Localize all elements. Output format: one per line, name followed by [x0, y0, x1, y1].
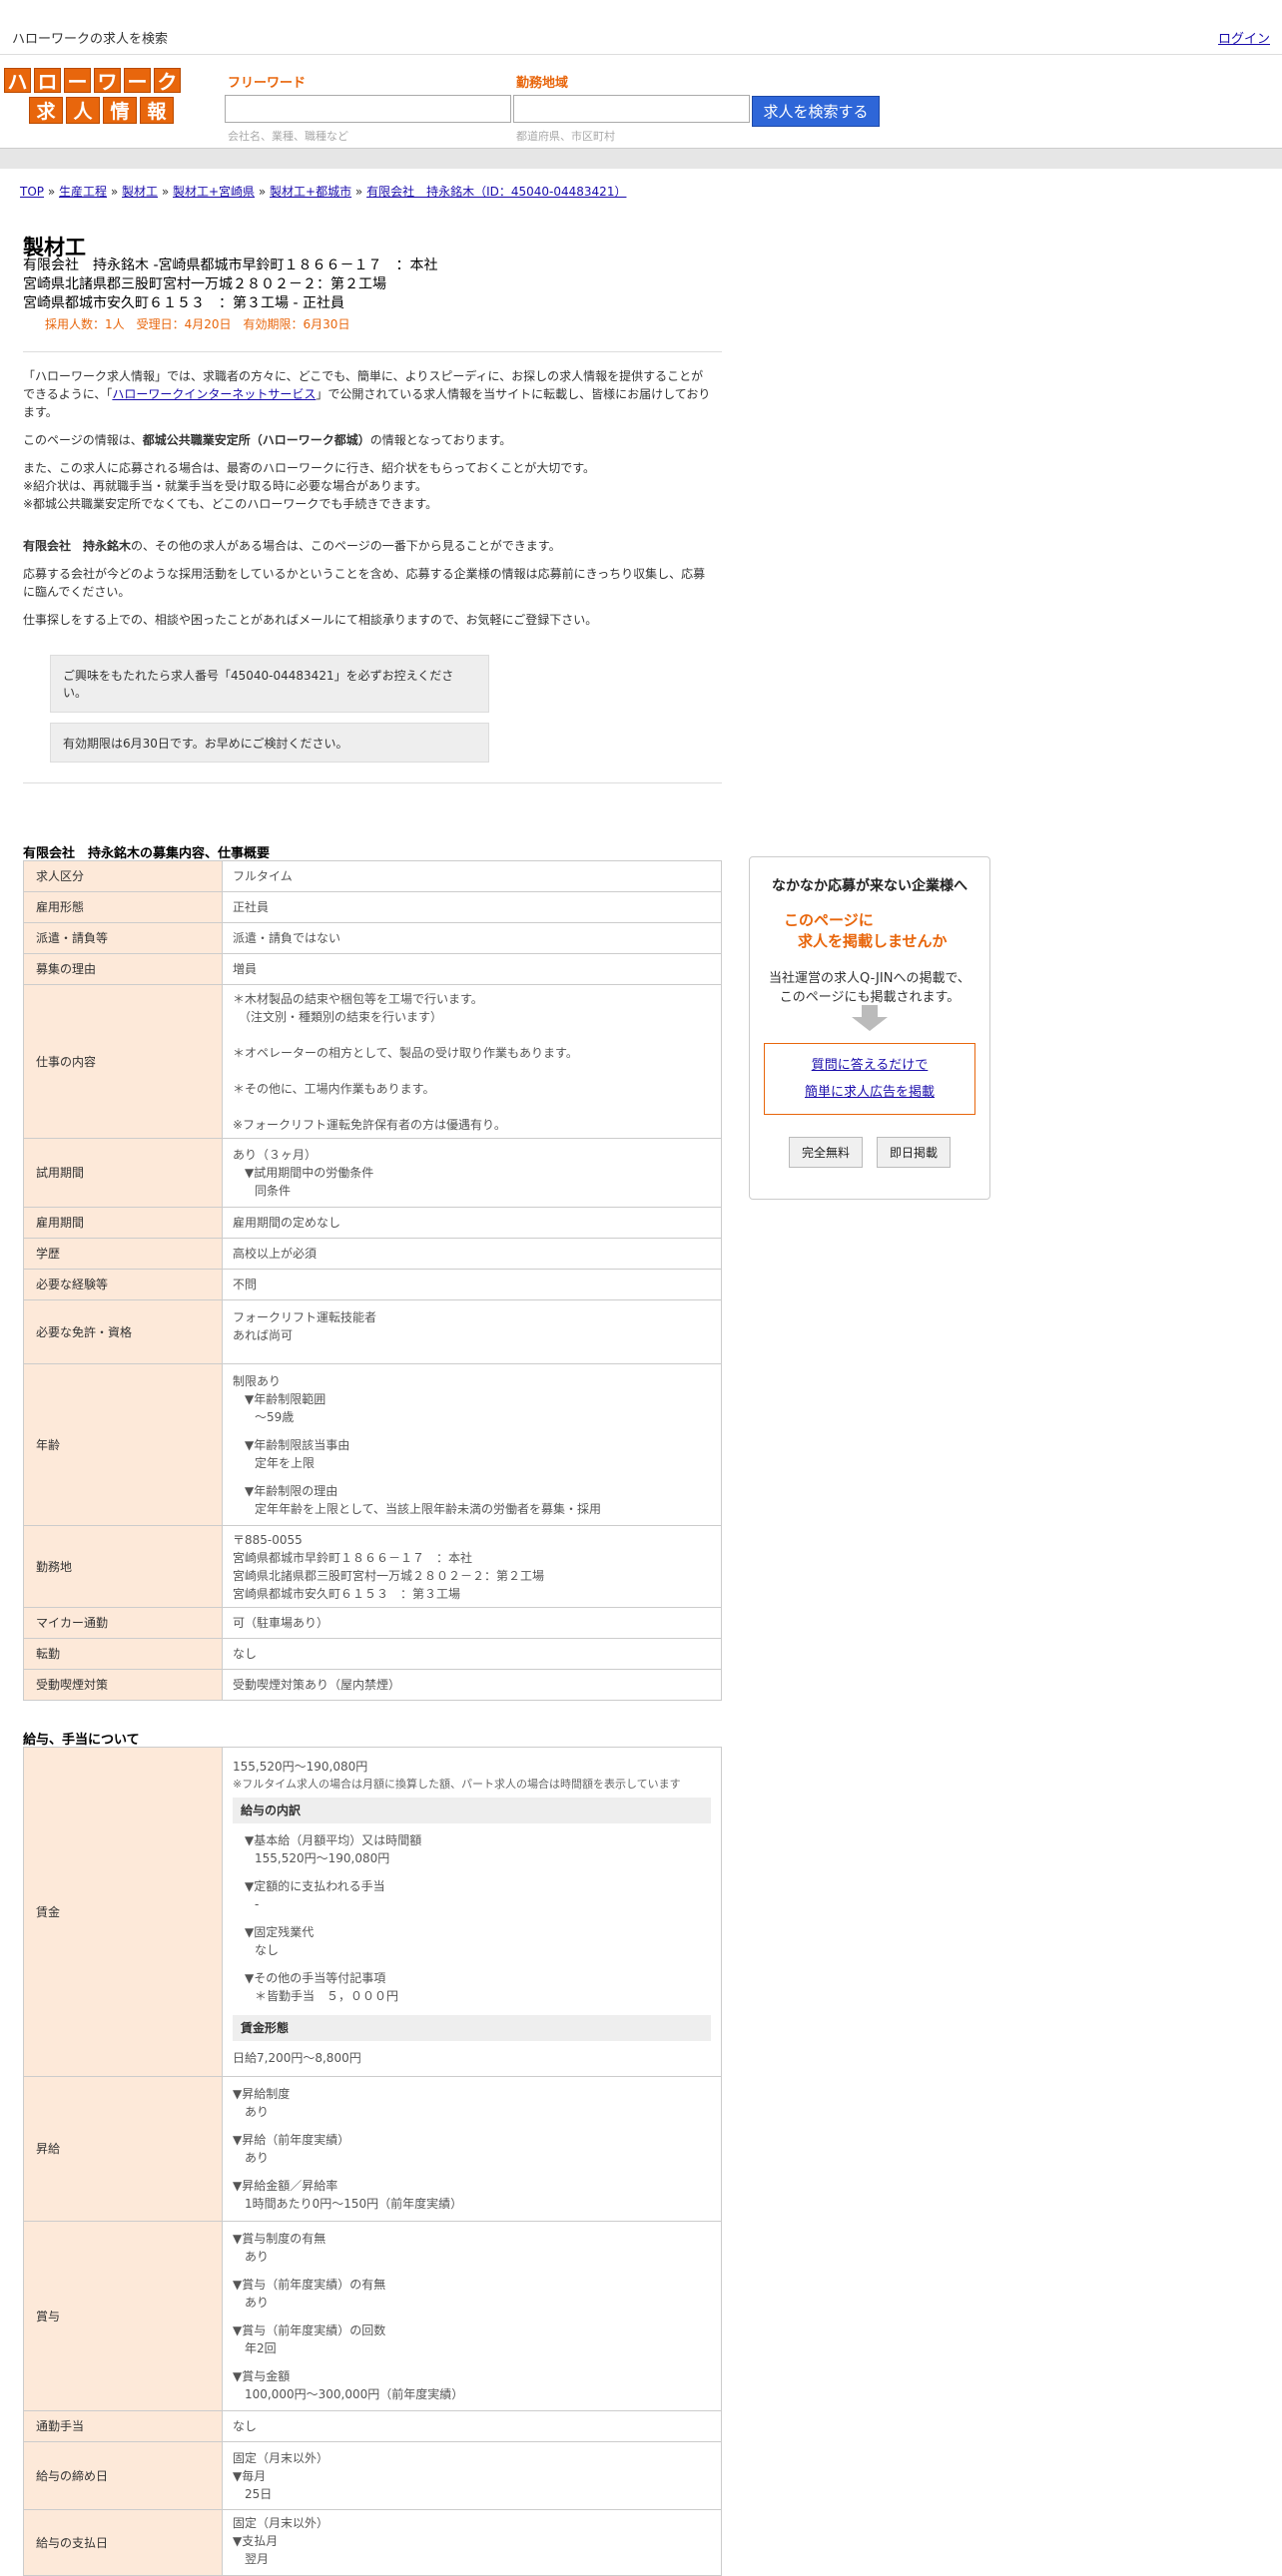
search-button[interactable]: 求人を検索する: [752, 96, 880, 127]
advice-paragraph: 応募する会社が今どのような採用活動をしているかということを含め、応募する企業様の…: [23, 567, 706, 599]
company-line: 宮崎県都城市安久町６１５３ ：第３工場 - 正社員: [23, 295, 344, 311]
table-row: 募集の理由 増員: [23, 953, 722, 985]
hellowork-logo[interactable]: ハ ロ ー ワ ー ク 求 人 情 報: [4, 68, 181, 128]
divider-bar: [0, 148, 1282, 169]
table-row: 給与の支払日 固定（月末以外） ▼支払月 翌月: [23, 2509, 722, 2576]
sidebar-offer: このページに: [784, 911, 874, 929]
section-title-salary: 給与、手当について: [23, 1733, 140, 1748]
job-number-notice: ご興味をもたれたら求人番号「45040-04483421」を必ずお控えください。: [50, 655, 489, 713]
table-row: 必要な経験等 不問: [23, 1269, 722, 1300]
table-row: マイカー通勤 可（駐車場あり）: [23, 1607, 722, 1639]
area-hint: 都道府県、市区町村: [516, 130, 615, 143]
logo-char: 情: [103, 97, 137, 124]
expiry-notice: 有効期限は6月30日です。お早めにご検討ください。: [50, 723, 489, 763]
table-row: 年齢 制限あり ▼年齢制限範囲 〜59歳 ▼年齢制限該当事由 定年を上限 ▼年齢…: [23, 1363, 722, 1526]
same-day-button[interactable]: 即日掲載: [877, 1137, 952, 1168]
section-title-overview: 有限会社 持永銘木の募集内容、仕事概要: [23, 846, 271, 861]
hellowork-internet-link[interactable]: ハローワークインターネットサービス: [112, 387, 316, 401]
login-link[interactable]: ログイン: [1218, 28, 1270, 47]
breadcrumb-job-city[interactable]: 製材工+都城市: [270, 185, 351, 199]
logo-char: ハ: [4, 68, 31, 94]
table-row: 勤務地 〒885-0055 宮崎県都城市早鈴町１８６６－１７ ：本社 宮崎県北諸…: [23, 1525, 722, 1608]
table-row: 通勤手当 なし: [23, 2410, 722, 2442]
table-row: 賃金 155,520円〜190,080円 ※フルタイム求人の場合は月額に換算した…: [23, 1747, 722, 2077]
site-title: ハローワークの求人を検索: [12, 32, 169, 47]
logo-char: ー: [124, 68, 151, 94]
divider: [23, 782, 722, 783]
advertise-sidebar: なかなか応募が来ない企業様へ このページに 求人を掲載しませんか 当社運営の求人…: [749, 856, 990, 1200]
table-row: 昇給 ▼昇給制度 あり ▼昇給（前年度実績） あり ▼昇給金額／昇給率 1時間あたり0…: [23, 2076, 722, 2222]
divider: [23, 351, 722, 352]
area-input[interactable]: [513, 95, 750, 123]
table-row: 派遣・請負等 派遣・請負ではない: [23, 922, 722, 954]
company-line: 有限会社 持永銘木 -宮崎県都城市早鈴町１８６６－１７ ：本社: [23, 258, 438, 273]
keyword-label: フリーワード: [228, 76, 307, 91]
table-row: 賞与 ▼賞与制度の有無 あり ▼賞与（前年度実績）の有無 あり ▼賞与（前年度実績）…: [23, 2221, 722, 2411]
logo-char: 報: [140, 97, 174, 124]
overview-table: 求人区分 フルタイム 雇用形態 正社員 派遣・請負等 派遣・請負ではない 募集の…: [23, 860, 722, 1701]
table-row: 雇用期間 雇用期間の定めなし: [23, 1207, 722, 1239]
breadcrumb-company[interactable]: 有限会社 持永銘木（ID：45040-04483421）: [366, 185, 626, 199]
table-row: 求人区分 フルタイム: [23, 860, 722, 892]
breadcrumb-category[interactable]: 生産工程: [59, 185, 107, 199]
sidebar-link-questions[interactable]: 質問に答えるだけで: [812, 1058, 929, 1073]
salary-table: 賃金 155,520円〜190,080円 ※フルタイム求人の場合は月額に換算した…: [23, 1747, 722, 2576]
logo-char: ロ: [34, 68, 61, 94]
logo-char: ー: [64, 68, 91, 94]
sidebar-offer: 求人を掲載しませんか: [798, 932, 948, 950]
area-label: 勤務地域: [516, 76, 569, 91]
table-row: 仕事の内容 ＊木材製品の結束や梱包等を工場で行います。 （注文別・種類別の結束を…: [23, 984, 722, 1139]
sidebar-link-post-ad[interactable]: 簡単に求人広告を掲載: [805, 1085, 935, 1100]
sidebar-link-box: 質問に答えるだけで 簡単に求人広告を掲載: [764, 1043, 975, 1115]
breadcrumb-job-pref[interactable]: 製材工+宮崎県: [173, 185, 255, 199]
breadcrumb: TOP » 生産工程 » 製材工 » 製材工+宮崎県 » 製材工+都城市 » 有…: [20, 185, 627, 199]
logo-char: ワ: [94, 68, 121, 94]
logo-char: 求: [29, 97, 63, 124]
consult-paragraph: 仕事探しをする上での、相談や困ったことがあればメールにて相談承りますので、お気軽…: [23, 613, 598, 627]
intro-paragraph: 「ハローワーク求人情報」では、求職者の方々に、どこでも、簡単に、よりスピーディに…: [23, 369, 711, 419]
logo-char: 人: [66, 97, 100, 124]
referral-paragraph: また、この求人に応募される場合は、最寄のハローワークに行き、紹介状をもらっておく…: [23, 461, 596, 511]
sidebar-title: なかなか応募が来ない企業様へ: [772, 878, 967, 894]
keyword-hint: 会社名、業種、職種など: [228, 130, 348, 143]
free-button[interactable]: 完全無料: [788, 1137, 863, 1168]
table-row: 試用期間 あり（３ヶ月） ▼試用期間中の労働条件 同条件: [23, 1138, 722, 1208]
logo-char: ク: [154, 68, 181, 94]
arrow-down-icon: [852, 1005, 888, 1031]
table-row: 受動喫煙対策 受動喫煙対策あり（屋内禁煙）: [23, 1669, 722, 1701]
table-row: 必要な免許・資格 フォークリフト運転技能者 あれば尚可: [23, 1299, 722, 1364]
top-bar: ハローワークの求人を検索 ログイン: [0, 0, 1282, 55]
keyword-input[interactable]: [225, 95, 511, 123]
company-line: 宮崎県北諸県郡三股町宮村一万城２８０２－２：第２工場: [23, 276, 386, 292]
table-row: 学歴 高校以上が必須: [23, 1238, 722, 1270]
table-row: 雇用形態 正社員: [23, 891, 722, 923]
job-meta: 採用人数：1人 受理日：4月20日 有効期限：6月30日: [45, 317, 350, 331]
table-row: 転勤 なし: [23, 1638, 722, 1670]
breadcrumb-job[interactable]: 製材工: [122, 185, 158, 199]
other-jobs-paragraph: 有限会社 持永銘木の、その他の求人がある場合は、このページの一番下から見ることが…: [23, 539, 561, 553]
breadcrumb-top[interactable]: TOP: [20, 185, 44, 199]
sidebar-description: 当社運営の求人Q-JINへの掲載で、 このページにも掲載されます。: [769, 971, 970, 1005]
table-row: 給与の締め日 固定（月末以外） ▼毎月 25日: [23, 2441, 722, 2510]
office-paragraph: このページの情報は、都城公共職業安定所（ハローワーク都城）の情報となっております…: [23, 433, 512, 447]
company-info: 有限会社 持永銘木 -宮崎県都城市早鈴町１８６６－１７ ：本社 宮崎県北諸県郡三…: [23, 257, 438, 313]
